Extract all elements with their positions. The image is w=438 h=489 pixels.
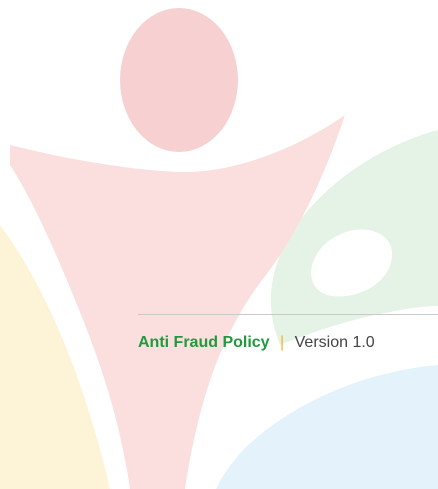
blue-leaf-shape	[216, 365, 438, 489]
title-separator: |	[280, 334, 285, 351]
document-title-line: Anti Fraud Policy | Version 1.0	[138, 333, 375, 353]
document-cover-page: Anti Fraud Policy | Version 1.0	[0, 0, 438, 489]
title-rule-line	[138, 314, 438, 315]
human-figure-logo-watermark	[0, 8, 438, 489]
document-version: Version 1.0	[294, 334, 375, 351]
pink-figure-head	[120, 8, 238, 152]
document-title: Anti Fraud Policy	[138, 334, 270, 351]
